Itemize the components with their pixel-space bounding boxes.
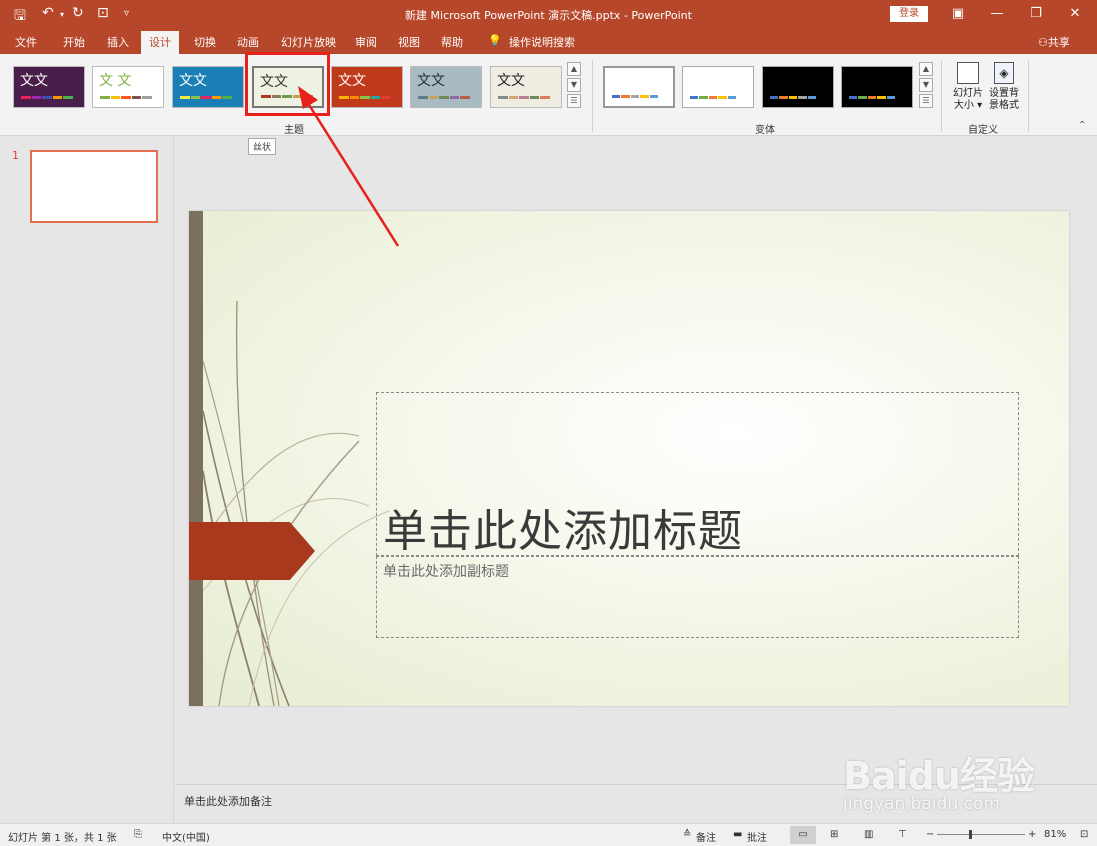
tab-design[interactable]: 设计 [141,31,179,54]
subtitle-placeholder-box[interactable]: 单击此处添加副标题 [376,556,1019,638]
zoom-in-icon[interactable]: + [1028,829,1036,840]
spellcheck-icon[interactable]: ⎘ [134,829,142,840]
theme-thumbnail[interactable]: 文 文 [92,66,164,108]
tab-review[interactable]: 审阅 [355,34,377,50]
slide-size-icon [957,62,979,84]
theme-thumbnail[interactable]: 文文 [172,66,244,108]
zoom-level[interactable]: 81% [1044,829,1066,840]
themes-scroll-down-icon[interactable]: ▼ [567,78,581,92]
slide-thumbnail[interactable] [30,150,158,223]
title-placeholder-box[interactable]: 单击此处添加标题 [376,392,1019,559]
comments-icon: ▬ [733,829,743,840]
slide-info[interactable]: 幻灯片 第 1 张，共 1 张 [8,829,117,844]
slide-sorter-icon[interactable]: ⊞ [830,829,838,840]
baidu-watermark: Baidu经验 jingyan.baidu.com [843,745,1035,814]
group-label-customize: 自定义 [968,125,998,136]
theme-tooltip: 丝状 [248,138,277,155]
slide-canvas[interactable]: 单击此处添加标题 单击此处添加副标题 [189,211,1069,706]
tab-transitions[interactable]: 切换 [194,34,216,50]
group-separator [1028,60,1029,132]
tab-insert[interactable]: 插入 [107,34,129,50]
tab-help[interactable]: 帮助 [441,34,463,50]
subtitle-placeholder-text[interactable]: 单击此处添加副标题 [383,561,509,581]
slide-side-bar [189,211,203,706]
variants-scroll-up-icon[interactable]: ▲ [919,62,933,76]
ribbon-tabs: 文件 开始 插入 设计 切换 动画 幻灯片放映 审阅 视图 帮助 💡 操作说明搜… [0,28,1097,54]
fit-to-window-icon[interactable]: ⊡ [1080,829,1088,840]
restore-icon[interactable]: ❐ [1024,4,1048,24]
tell-me-search[interactable]: 操作说明搜索 [509,34,575,50]
themes-scroll-up-icon[interactable]: ▲ [567,62,581,76]
status-bar: 幻灯片 第 1 张，共 1 张 ⎘ 中文(中国) ≙ 备注 ▬ 批注 ▭ ⊞ ▥… [0,823,1097,846]
group-label-themes: 主题 [284,125,304,136]
title-placeholder-text[interactable]: 单击此处添加标题 [383,495,743,559]
tab-view[interactable]: 视图 [398,34,420,50]
ribbon-display-options-icon[interactable]: ▣ [946,4,970,24]
format-background-button[interactable]: ◈ 设置背 景格式 [986,60,1022,116]
notes-button[interactable]: 备注 [696,829,716,844]
watermark-logo: Baidu经验 [843,754,1035,798]
tab-file[interactable]: 文件 [15,34,37,50]
zoom-slider-thumb[interactable] [969,830,972,839]
window-title: 新建 Microsoft PowerPoint 演示文稿.pptx - Powe… [405,9,692,22]
group-separator [941,60,942,132]
share-button[interactable]: ⚇共享 [1038,34,1070,50]
close-icon[interactable]: ✕ [1063,4,1087,24]
theme-thumbnail[interactable]: 文文 [490,66,562,108]
minimize-icon[interactable]: — [985,4,1009,24]
reading-view-icon[interactable]: ▥ [864,829,873,840]
slide-number: 1 [12,149,19,162]
theme-thumbnail[interactable]: 文文 [410,66,482,108]
title-bar: 🖫 ↶ ▾ ↻ ⊡ ▿ 新建 Microsoft PowerPoint 演示文稿… [0,0,1097,28]
variant-thumbnail[interactable] [762,66,834,108]
notes-icon: ≙ [683,829,692,840]
variant-thumbnail[interactable] [682,66,754,108]
slideshow-icon[interactable]: ⊤ [898,829,907,840]
format-background-icon: ◈ [994,62,1014,84]
theme-thumbnail[interactable]: 文文 [13,66,85,108]
tab-animations[interactable]: 动画 [237,34,259,50]
tab-slideshow[interactable]: 幻灯片放映 [281,34,336,50]
notes-placeholder[interactable]: 单击此处添加备注 [184,793,272,809]
collapse-ribbon-icon[interactable]: ⌃ [1078,120,1086,131]
group-separator [592,60,593,132]
variant-thumbnail[interactable] [841,66,913,108]
person-icon: ⚇ [1038,36,1048,49]
group-label-variants: 变体 [755,125,775,136]
variants-more-icon[interactable]: ☰ [919,94,933,108]
slide-arrow-shape [189,522,315,580]
theme-thumbnail[interactable]: 文文 [331,66,403,108]
tell-me-icon[interactable]: 💡 [488,34,502,47]
variant-thumbnail[interactable] [603,66,675,108]
themes-more-icon[interactable]: ☰ [567,94,581,108]
variants-scroll-down-icon[interactable]: ▼ [919,78,933,92]
login-button[interactable]: 登录 [890,6,928,22]
slide-thumbnails-pane: 1 [0,137,174,823]
zoom-out-icon[interactable]: − [926,829,934,840]
comments-button[interactable]: 批注 [747,829,767,844]
annotation-highlight-box [245,52,330,116]
tab-home[interactable]: 开始 [63,34,85,50]
normal-view-icon[interactable]: ▭ [790,826,816,844]
ribbon-design: 文文 文 文 文文 文文 文文 文文 文文 ▲ ▼ ☰ 主题 ▲ ▼ ☰ 变体 … [0,54,1097,136]
slide-size-button[interactable]: 幻灯片 大小 ▾ [950,60,986,116]
zoom-slider-track[interactable] [937,834,1025,835]
language[interactable]: 中文(中国) [162,829,210,844]
